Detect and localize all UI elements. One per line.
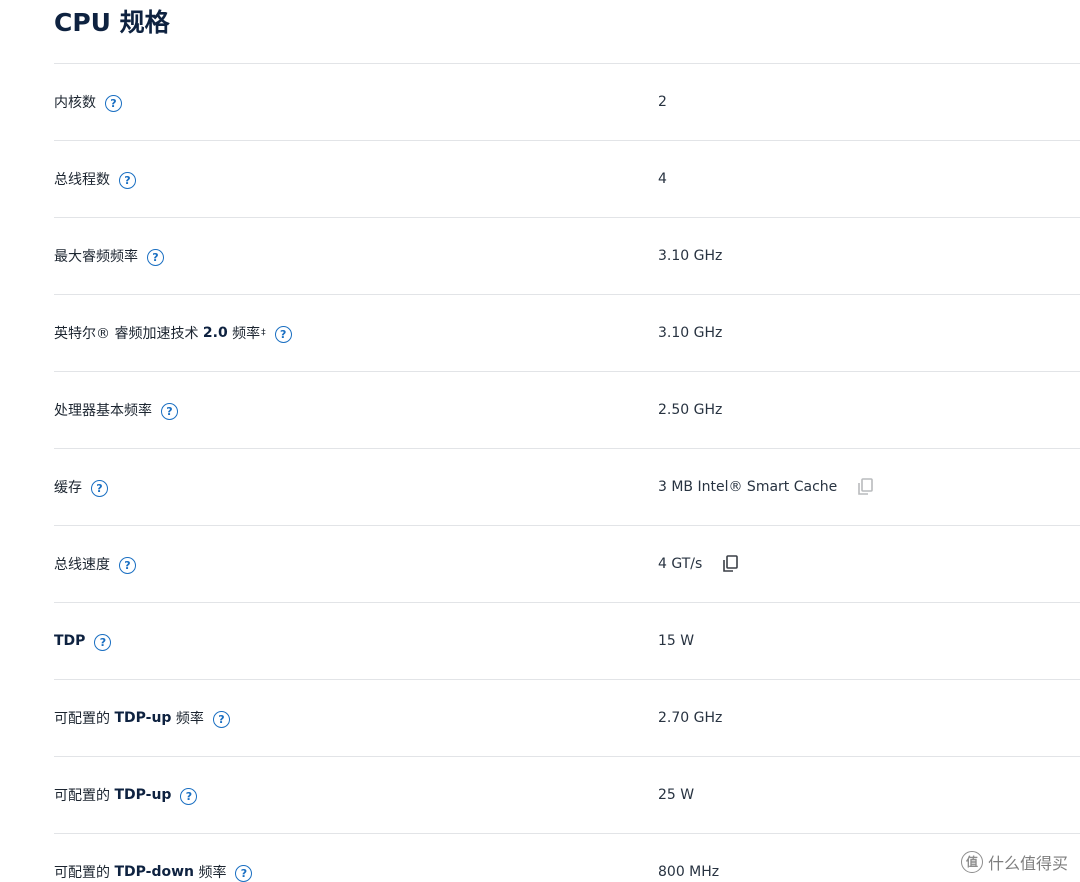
spec-label-text: 总线速度	[54, 557, 110, 573]
spec-label-text: 最大睿频频率	[54, 249, 138, 265]
spec-label-text: 可配置的	[54, 711, 115, 727]
spec-label-text: TDP-down	[114, 864, 194, 880]
spec-value-text: 4	[658, 171, 667, 187]
spec-label-text: 缓存	[54, 480, 82, 496]
spec-value-text: 3.10 GHz	[658, 325, 723, 341]
spec-label-text: 可配置的	[54, 788, 115, 804]
watermark-logo-icon: 值	[960, 851, 983, 873]
spec-label: 总线程数?	[54, 141, 136, 217]
spec-value: 2	[658, 64, 667, 140]
spec-row: 总线程数? 4	[54, 140, 1080, 217]
cpu-specs-page: CPU 规格 内核数? 2 总线程数? 4 最大睿频频率? 3.10 GHz 英特尔® 睿频…	[0, 0, 1080, 882]
spec-value-text: 3 MB Intel® Smart Cache	[658, 479, 838, 495]
spec-label-text: 2.0	[202, 325, 228, 341]
spec-row: 总线速度? 4 GT/s	[54, 525, 1080, 602]
spec-value: 15 W	[658, 603, 694, 679]
spec-value: 4 GT/s	[658, 526, 739, 602]
help-icon[interactable]: ?	[235, 864, 253, 882]
spec-label: 处理器基本频率?	[54, 372, 178, 448]
spec-value-text: 800 MHz	[658, 864, 720, 880]
copy-icon[interactable]	[857, 478, 874, 496]
spec-label-text: TDP	[54, 633, 86, 649]
spec-label-text: 总线程数	[54, 172, 110, 188]
spec-value: 4	[658, 141, 667, 217]
help-icon[interactable]: ?	[161, 402, 178, 420]
spec-value: 3.10 GHz	[658, 295, 722, 371]
watermark: 值 什么值得买	[960, 850, 1068, 874]
spec-value: 3.10 GHz	[658, 218, 722, 294]
watermark-text: 什么值得买	[987, 854, 1068, 873]
spec-label: 内核数?	[54, 64, 122, 140]
spec-value: 2.50 GHz	[658, 372, 722, 448]
help-icon[interactable]: ?	[119, 556, 136, 574]
spec-row: 内核数? 2	[54, 63, 1080, 140]
spec-label: 总线速度?	[54, 526, 136, 602]
spec-label-text: 内核数	[54, 95, 96, 111]
spec-label-text: TDP-up	[114, 710, 172, 726]
spec-row: 最大睿频频率? 3.10 GHz	[54, 217, 1080, 294]
page-title: CPU 规格	[54, 8, 170, 37]
help-icon[interactable]: ?	[180, 787, 198, 805]
spec-label-text: TDP-up	[114, 787, 172, 803]
spec-label-text: 频率	[227, 326, 261, 342]
spec-label-text: 频率	[171, 711, 204, 727]
spec-row: 可配置的 TDP-down 频率? 800 MHz	[54, 833, 1080, 882]
spec-row: TDP? 15 W	[54, 602, 1080, 679]
spec-label: TDP?	[54, 603, 112, 679]
spec-value: 800 MHz	[658, 834, 719, 882]
spec-row: 可配置的 TDP-up 频率? 2.70 GHz	[54, 679, 1080, 756]
spec-value: 3 MB Intel® Smart Cache	[658, 449, 874, 525]
spec-label: 英特尔® 睿频加速技术 2.0 频率 ‡?	[54, 295, 292, 371]
help-icon[interactable]: ?	[147, 248, 164, 266]
spec-value-text: 15 W	[658, 633, 695, 649]
copy-icon[interactable]	[722, 555, 739, 573]
spec-value-text: 25 W	[658, 787, 695, 803]
spec-label: 缓存?	[54, 449, 108, 525]
spec-label-text: ‡	[261, 328, 266, 338]
help-icon[interactable]: ?	[212, 710, 230, 728]
spec-value-text: 2.50 GHz	[658, 402, 723, 418]
help-icon[interactable]: ?	[91, 479, 108, 497]
spec-label: 可配置的 TDP-up?	[54, 757, 198, 833]
spec-value: 2.70 GHz	[658, 680, 722, 756]
spec-row: 英特尔® 睿频加速技术 2.0 频率 ‡? 3.10 GHz	[54, 294, 1080, 371]
help-icon[interactable]: ?	[274, 325, 292, 343]
spec-value-text: 2	[658, 94, 667, 110]
spec-label: 最大睿频频率?	[54, 218, 164, 294]
spec-table: 内核数? 2 总线程数? 4 最大睿频频率? 3.10 GHz 英特尔® 睿频加速技术 2.…	[54, 63, 1080, 882]
spec-row: 缓存? 3 MB Intel® Smart Cache	[54, 448, 1080, 525]
spec-label: 可配置的 TDP-up 频率?	[54, 680, 230, 756]
spec-label-text: 频率	[194, 865, 227, 881]
spec-label: 可配置的 TDP-down 频率?	[54, 834, 253, 882]
spec-value-text: 2.70 GHz	[658, 710, 723, 726]
help-icon[interactable]: ?	[94, 633, 112, 651]
help-icon[interactable]: ?	[119, 171, 136, 189]
spec-label-text: 可配置的	[54, 865, 115, 881]
spec-row: 可配置的 TDP-up? 25 W	[54, 756, 1080, 833]
spec-label-text: 英特尔® 睿频加速技术	[54, 326, 203, 342]
spec-value-text: 3.10 GHz	[658, 248, 723, 264]
spec-value-text: 4 GT/s	[658, 556, 703, 572]
help-icon[interactable]: ?	[105, 94, 122, 112]
spec-row: 处理器基本频率? 2.50 GHz	[54, 371, 1080, 448]
spec-value: 25 W	[658, 757, 694, 833]
spec-label-text: 处理器基本频率	[54, 403, 152, 419]
